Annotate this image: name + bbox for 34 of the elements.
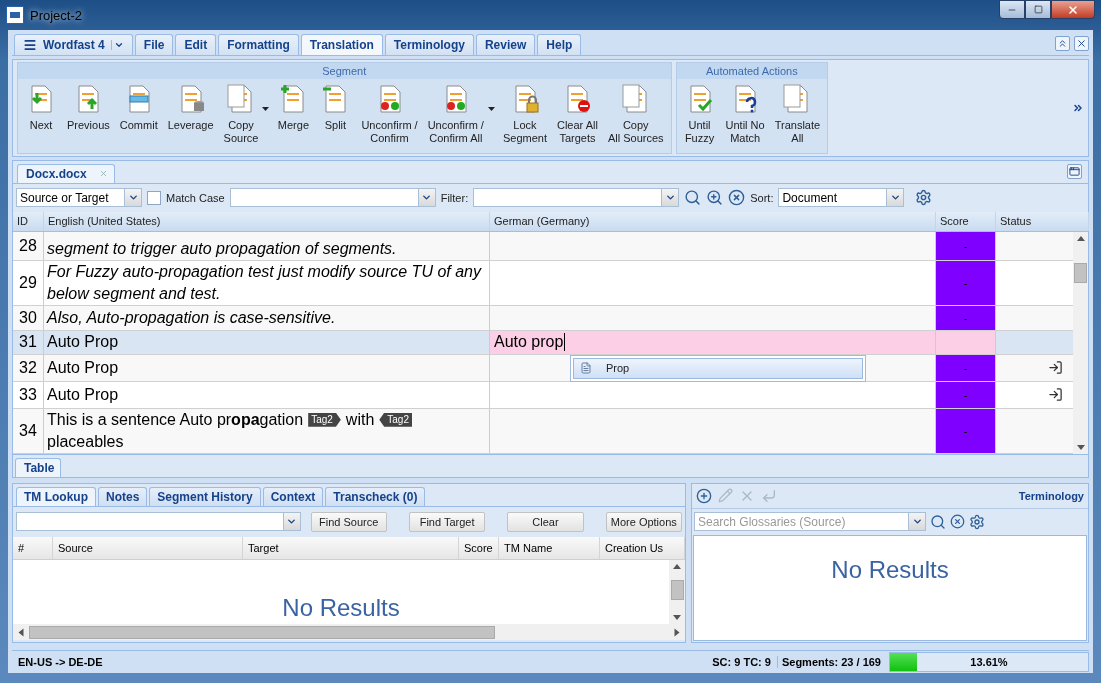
id-cell: 32 — [13, 354, 44, 381]
group-title: Segment — [18, 62, 671, 79]
id-cell: 34 — [13, 408, 44, 453]
score-cell: - — [936, 306, 996, 330]
match-case-label: Match Case — [166, 191, 225, 204]
id-cell: 29 — [13, 261, 44, 306]
id-cell: 31 — [13, 330, 44, 354]
source-cell: Auto Prop — [44, 354, 490, 381]
id-cell: 28 — [13, 231, 44, 261]
panel-title: Terminology — [1018, 489, 1084, 502]
segments-count: Segments: 23 / 169 — [776, 656, 885, 668]
source-cell: segment to trigger auto propagation of segments. — [44, 231, 490, 261]
progress-reading: 13.61% — [970, 656, 1008, 668]
source-cell: Also, Auto-propagation is case-sensitive. — [44, 306, 490, 330]
group-title: Automated Actions — [676, 62, 828, 79]
tag-marker: Tag2 — [308, 412, 341, 427]
segment-counts: SC: 9 TC: 9 — [711, 656, 772, 668]
id-cell: 30 — [13, 306, 44, 330]
empty-message: No Results — [693, 534, 1087, 642]
empty-message: No Results — [281, 593, 401, 624]
sort-label: Sort: — [750, 191, 774, 204]
score-cell: - — [936, 381, 996, 408]
source-cell: For Fuzzy auto-propagation test just modify source TU of any below segment and test. — [44, 261, 490, 306]
score-cell: - — [936, 408, 996, 453]
score-cell: - — [936, 231, 996, 261]
source-cell: This is a sentence Auto propagation Tag2 with Tag2 placeables — [44, 408, 490, 453]
score-cell: - — [936, 261, 996, 306]
filter-label: Filter: — [440, 191, 469, 204]
language-pair: EN-US -> DE-DE — [17, 656, 104, 668]
score-cell: - — [936, 354, 996, 381]
id-cell: 33 — [13, 381, 44, 408]
source-cell: Auto Prop — [44, 381, 490, 408]
window-title: Project-2 — [30, 7, 84, 23]
tag-marker: Tag2 — [379, 412, 412, 427]
